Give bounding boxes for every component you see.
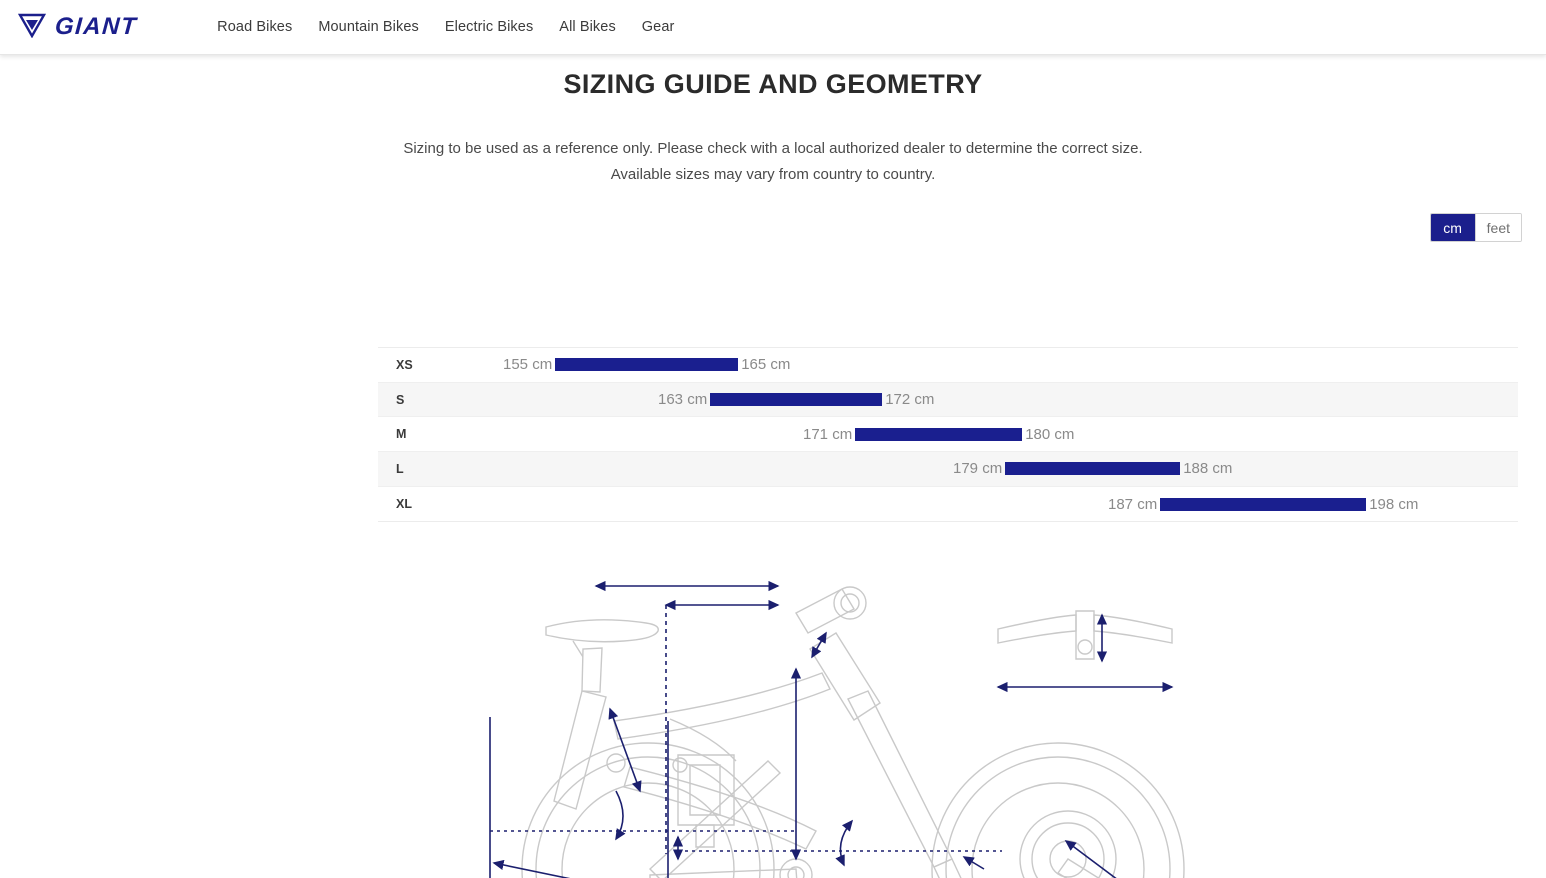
nav-item-electric-bikes[interactable]: Electric Bikes: [445, 19, 533, 35]
sizing-guide-page: SIZING GUIDE AND GEOMETRY Sizing to be u…: [0, 69, 1546, 878]
giant-triangle-logo-icon: [17, 12, 47, 43]
range-max-label: 188 cm: [1183, 460, 1233, 478]
page-subtitle: Sizing to be used as a reference only. P…: [0, 136, 1546, 188]
range-bar: [855, 427, 1023, 441]
nav-item-road-bikes[interactable]: Road Bikes: [217, 19, 292, 35]
handlebar-dimensions: [996, 613, 1174, 693]
range-bar: [1005, 462, 1181, 476]
nav-item-all-bikes[interactable]: All Bikes: [559, 19, 616, 35]
size-range-meter: 163 cm 172 cm: [378, 383, 934, 417]
range-min-label: 155 cm: [503, 356, 553, 374]
crankset-dimensions: [1064, 840, 1148, 878]
nav-item-mountain-bikes[interactable]: Mountain Bikes: [318, 19, 419, 35]
brand-logo-link[interactable]: GIANT: [17, 12, 139, 43]
range-max-label: 172 cm: [885, 391, 935, 409]
table-row: XL 187 cm 198 cm: [378, 486, 1518, 522]
size-range-meter: 179 cm 188 cm: [378, 452, 1232, 486]
range-max-label: 180 cm: [1025, 425, 1075, 443]
table-row: XS 155 cm 165 cm: [378, 348, 1518, 383]
dimension-lines: [489, 580, 1002, 878]
main-navigation: Road Bikes Mountain Bikes Electric Bikes…: [217, 19, 674, 35]
table-row: M 171 cm 180 cm: [378, 417, 1518, 453]
range-bar: [555, 358, 739, 372]
crankset-outline: [1019, 810, 1117, 878]
unit-toggle-feet[interactable]: feet: [1474, 214, 1521, 241]
handlebar-outline: [997, 610, 1173, 660]
range-min-label: 163 cm: [658, 391, 708, 409]
range-min-label: 187 cm: [1108, 495, 1158, 513]
sizing-range-table: XS 155 cm 165 cm S 163 cm 172 cm M 171 cm 180 cm…: [378, 347, 1518, 523]
size-range-meter: 155 cm 165 cm: [378, 348, 790, 382]
table-row: S 163 cm 172 cm: [378, 382, 1518, 418]
nav-item-gear[interactable]: Gear: [642, 19, 675, 35]
range-min-label: 171 cm: [803, 425, 853, 443]
page-subtitle-line-2: Available sizes may vary from country to…: [610, 166, 936, 183]
brand-wordmark: GIANT: [54, 13, 139, 40]
page-title: SIZING GUIDE AND GEOMETRY: [563, 69, 983, 99]
unit-toggle: cm feet: [1429, 213, 1522, 242]
table-row: L 179 cm 188 cm: [378, 452, 1518, 487]
range-max-label: 198 cm: [1369, 495, 1419, 513]
bike-geometry-diagram: [378, 569, 1518, 878]
size-range-meter: 187 cm 198 cm: [378, 487, 1418, 522]
range-max-label: 165 cm: [741, 356, 791, 374]
unit-toggle-container: cm feet: [0, 213, 1546, 242]
unit-toggle-cm[interactable]: cm: [1430, 214, 1475, 241]
range-min-label: 179 cm: [953, 460, 1003, 478]
bike-outline-side-view: [521, 586, 1185, 878]
size-range-meter: 171 cm 180 cm: [378, 417, 1074, 451]
range-bar: [1160, 497, 1367, 511]
page-subtitle-line-1: Sizing to be used as a reference only. P…: [403, 140, 1143, 157]
site-header: GIANT Road Bikes Mountain Bikes Electric…: [0, 0, 1546, 55]
range-bar: [710, 393, 883, 407]
